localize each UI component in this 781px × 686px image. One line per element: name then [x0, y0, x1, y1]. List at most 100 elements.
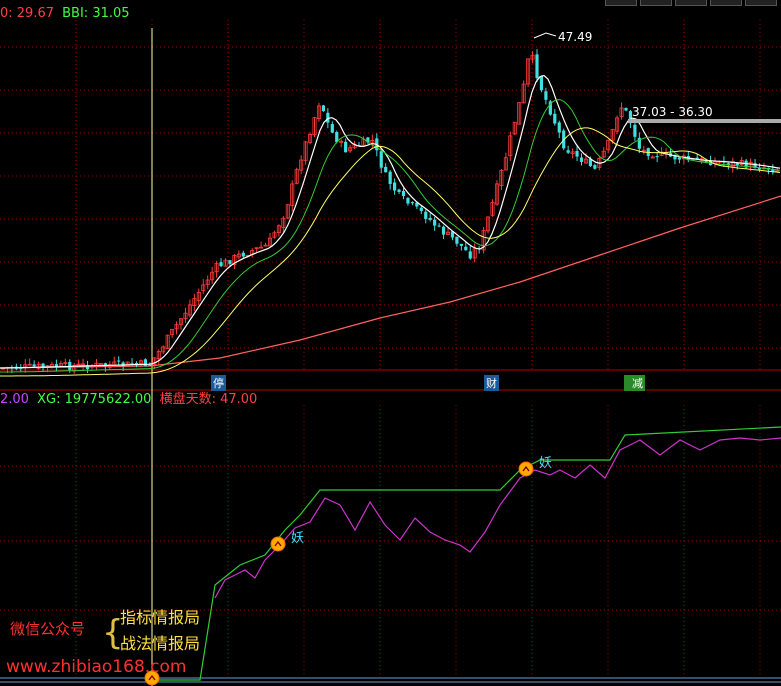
- candle: [624, 107, 628, 112]
- candle: [437, 223, 441, 228]
- candle: [481, 226, 486, 254]
- candle-body: [535, 54, 539, 79]
- candle: [535, 49, 539, 83]
- toolbar-button[interactable]: [605, 0, 637, 6]
- candle: [316, 102, 321, 122]
- candle-body: [544, 91, 548, 100]
- candle-body: [553, 113, 557, 124]
- candle: [619, 102, 624, 120]
- chart-window: 47.49 37.03 - 36.30 妖妖 0: 29.67 BBI: 31.05…: [0, 0, 781, 686]
- candle: [553, 109, 557, 126]
- candle-body: [557, 122, 561, 133]
- candle-body: [219, 262, 223, 267]
- candle: [339, 139, 344, 148]
- candle: [299, 155, 304, 175]
- candle: [601, 147, 606, 159]
- candle: [36, 361, 41, 370]
- candle: [521, 80, 526, 104]
- candle: [713, 157, 718, 168]
- candle: [384, 163, 388, 173]
- candle: [187, 299, 192, 318]
- candle: [410, 201, 414, 206]
- indicator-legend: 2.00 XG: 19775622.00 横盘天数: 47.00: [0, 392, 257, 407]
- candle: [165, 334, 170, 349]
- value-label: 2.00: [0, 392, 29, 407]
- website-watermark: www.zhibiao168.com: [6, 657, 187, 677]
- candle-body: [437, 225, 441, 227]
- candle-body: [117, 360, 121, 362]
- candle-body: [735, 163, 739, 166]
- candle-body: [344, 141, 348, 153]
- candle-body: [424, 211, 428, 219]
- toolbar-button[interactable]: [640, 0, 672, 6]
- range-label: 37.03 - 36.30: [632, 105, 713, 119]
- candle: [27, 358, 32, 366]
- candle-body: [468, 251, 472, 259]
- candle: [441, 225, 446, 239]
- candle: [330, 121, 334, 134]
- candle: [512, 121, 517, 135]
- candle: [117, 356, 121, 366]
- candle: [236, 250, 241, 260]
- candle: [401, 188, 406, 200]
- candle: [312, 116, 317, 137]
- candle: [285, 204, 290, 220]
- candle-body: [579, 157, 584, 162]
- candle: [646, 147, 650, 160]
- candle: [161, 345, 166, 355]
- candle-body: [433, 219, 437, 226]
- candle-body: [655, 156, 659, 158]
- toolbar-button[interactable]: [710, 0, 742, 6]
- yao-circle: [518, 461, 534, 477]
- candle: [58, 360, 63, 367]
- candle-body: [624, 107, 628, 111]
- yao-label: 妖: [291, 531, 304, 546]
- candle: [125, 361, 130, 365]
- candle: [14, 363, 18, 371]
- ma60-line: [0, 195, 781, 369]
- candle: [63, 358, 68, 367]
- candle: [72, 362, 77, 374]
- candle-body: [397, 189, 401, 192]
- candle: [308, 132, 313, 145]
- xg-line: [150, 426, 781, 681]
- candle: [232, 253, 237, 269]
- promo-line-2: 战法情报局: [120, 634, 201, 653]
- candle: [23, 359, 28, 373]
- candle: [641, 145, 646, 155]
- candle: [192, 293, 197, 312]
- candle-body: [241, 252, 245, 257]
- candle: [566, 145, 570, 154]
- candle-body: [566, 150, 570, 153]
- candle: [290, 180, 295, 212]
- candle: [579, 153, 584, 166]
- candle: [143, 358, 147, 367]
- stop-marker: 停: [211, 375, 226, 391]
- wechat-label: 微信公众号: [10, 620, 86, 638]
- candle: [637, 132, 641, 154]
- candle: [455, 236, 459, 247]
- chart-svg[interactable]: 47.4937.03 - 36.30妖妖: [0, 0, 781, 686]
- toolbar-button[interactable]: [745, 0, 777, 6]
- candle: [530, 50, 535, 64]
- candle: [459, 243, 463, 251]
- candle: [210, 266, 215, 285]
- candle: [593, 163, 597, 170]
- candle: [490, 199, 495, 217]
- candle: [526, 58, 531, 87]
- candle: [85, 360, 90, 373]
- candle-body: [677, 157, 681, 160]
- candle: [539, 75, 544, 93]
- toolbar-button[interactable]: [675, 0, 707, 6]
- yao-circle: [270, 536, 286, 552]
- yao-marker: 妖: [270, 531, 304, 552]
- yao-marker: 妖: [518, 456, 552, 477]
- candle: [263, 242, 268, 247]
- candle-body: [321, 105, 325, 112]
- candle-body: [401, 191, 406, 197]
- candle: [650, 155, 655, 159]
- candle: [214, 260, 219, 278]
- candle: [468, 245, 472, 260]
- candle: [267, 233, 272, 247]
- candle: [615, 115, 620, 135]
